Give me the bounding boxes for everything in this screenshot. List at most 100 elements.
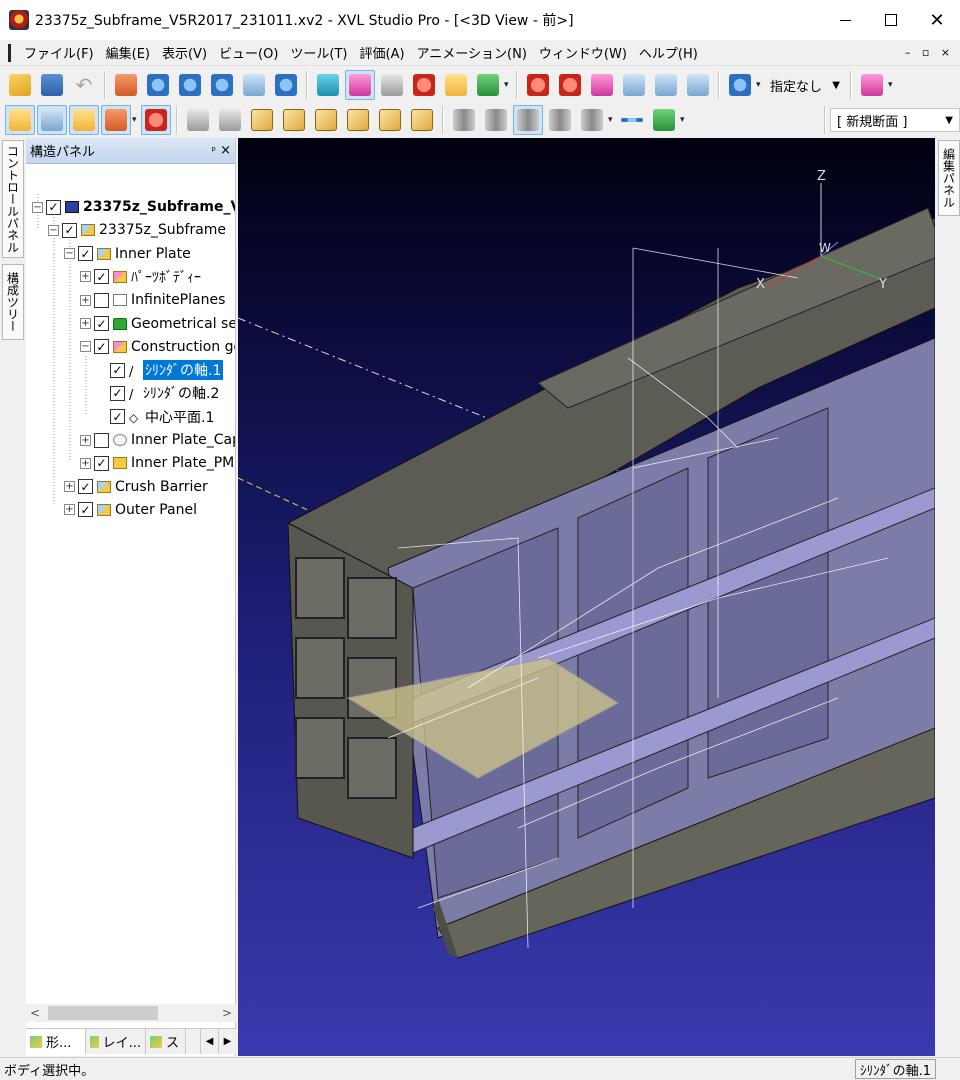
cube-hidden-button[interactable]: [343, 105, 373, 135]
section-combo[interactable]: [ 新規断面 ] ▼: [830, 108, 960, 132]
cylinder-shaded-button[interactable]: [481, 105, 511, 135]
red-sphere-button[interactable]: [555, 70, 585, 100]
tree-node[interactable]: + Inner Plate_Cap: [80, 429, 235, 451]
rotate-button[interactable]: [175, 70, 205, 100]
model-render[interactable]: Z W X Y: [238, 138, 935, 1056]
menu-grip[interactable]: [8, 43, 18, 62]
expand-icon[interactable]: +: [80, 294, 91, 306]
sphere-button[interactable]: [523, 70, 553, 100]
menu-file[interactable]: ファイル(F): [18, 43, 100, 62]
tab-shape[interactable]: 形...: [26, 1029, 86, 1054]
panel-close-icon[interactable]: ×: [220, 143, 231, 158]
pan-button[interactable]: [143, 70, 173, 100]
menu-view[interactable]: ビュー(O): [213, 43, 284, 62]
minimize-button[interactable]: [822, 0, 868, 40]
pick-button[interactable]: [345, 70, 375, 100]
collapse-icon[interactable]: −: [48, 224, 59, 236]
menu-tools[interactable]: ツール(T): [284, 43, 353, 62]
open-button[interactable]: [5, 70, 35, 100]
visibility-checkbox[interactable]: ✓: [94, 339, 109, 355]
cube-edge-button[interactable]: [279, 105, 309, 135]
annotate-button[interactable]: [441, 70, 471, 100]
pin-icon[interactable]: ᵖ: [211, 144, 216, 157]
cylinder-dropdown-icon[interactable]: ▾: [608, 115, 616, 125]
expand-icon[interactable]: +: [80, 457, 91, 469]
visibility-checkbox[interactable]: ✓: [46, 199, 61, 215]
visibility-checkbox[interactable]: ✓: [110, 385, 125, 401]
menu-help[interactable]: ヘルプ(H): [633, 43, 704, 62]
cube-shaded-button[interactable]: [247, 105, 277, 135]
expand-icon[interactable]: +: [80, 318, 91, 329]
expand-button[interactable]: [101, 105, 131, 135]
tree-node[interactable]: ✓ ◇ 中心平面.1: [96, 406, 214, 428]
paint-dropdown-icon[interactable]: ▾: [756, 80, 764, 90]
cube-wire-button[interactable]: [311, 105, 341, 135]
tree-node[interactable]: − ✓ Inner Plate: [64, 243, 191, 265]
section-button[interactable]: [857, 70, 887, 100]
ruler-button[interactable]: [683, 70, 713, 100]
cylinder-white-button[interactable]: [577, 105, 607, 135]
visibility-checkbox[interactable]: ✓: [62, 222, 77, 238]
undo-button[interactable]: ↶: [69, 70, 99, 100]
tree-node[interactable]: ✓ ｼﾘﾝﾀﾞの軸.2: [96, 382, 219, 404]
mdi-window-controls[interactable]: – ▫ ×: [905, 46, 954, 59]
tree-node[interactable]: ✓ ｼﾘﾝﾀﾞの軸.1: [96, 359, 224, 381]
tab-layer[interactable]: レイ...: [86, 1029, 146, 1054]
select-button[interactable]: [313, 70, 343, 100]
layer-button[interactable]: [69, 105, 99, 135]
tree-button[interactable]: [5, 105, 35, 135]
tree-node[interactable]: + ✓ ﾊﾟｰﾂﾎﾞﾃﾞｨｰ: [80, 266, 201, 288]
save-button[interactable]: [37, 70, 67, 100]
menu-animation[interactable]: アニメーション(N): [411, 43, 533, 62]
tree-node[interactable]: + InfinitePlanes: [80, 289, 225, 311]
tree-node[interactable]: − ✓ 23375z_Subframe: [48, 219, 226, 241]
visibility-checkbox[interactable]: ✓: [110, 409, 125, 425]
fit-button[interactable]: [271, 70, 301, 100]
tree-node[interactable]: + ✓ Geometrical set: [80, 313, 235, 335]
abc-text-button[interactable]: [619, 70, 649, 100]
visibility-checkbox[interactable]: ✓: [78, 246, 93, 262]
visibility-checkbox[interactable]: ✓: [94, 269, 109, 285]
visibility-checkbox[interactable]: [94, 432, 109, 448]
expand-dropdown-icon[interactable]: ▾: [132, 115, 140, 125]
eye-button[interactable]: [183, 105, 213, 135]
expand-icon[interactable]: +: [64, 481, 75, 493]
tab-next-icon[interactable]: ▶: [218, 1029, 236, 1054]
pencil-button[interactable]: [141, 105, 171, 135]
markup-dropdown-icon[interactable]: ▾: [504, 80, 512, 90]
cube-transparent-button[interactable]: [407, 105, 437, 135]
3d-viewport[interactable]: Z W X Y: [238, 138, 935, 1056]
tree-node[interactable]: + ✓ Outer Panel: [64, 499, 197, 521]
collapse-icon[interactable]: −: [80, 341, 91, 353]
scroll-left-icon[interactable]: <: [26, 1006, 44, 1020]
visibility-checkbox[interactable]: ✓: [78, 479, 93, 495]
tree-node[interactable]: + ✓ Crush Barrier: [64, 476, 208, 498]
measure-button[interactable]: [377, 70, 407, 100]
tab-edit-panel[interactable]: 編集パネル: [938, 140, 960, 216]
copy-button[interactable]: [587, 70, 617, 100]
menu-evaluate[interactable]: 評価(A): [354, 43, 411, 62]
visibility-checkbox[interactable]: ✓: [94, 455, 109, 471]
pmi-button[interactable]: [409, 70, 439, 100]
expand-icon[interactable]: +: [80, 434, 91, 446]
paint-button[interactable]: [725, 70, 755, 100]
menu-window[interactable]: ウィンドウ(W): [533, 43, 633, 62]
tab-prev-icon[interactable]: ◀: [200, 1029, 218, 1054]
collapse-icon[interactable]: −: [64, 248, 75, 260]
tree-node[interactable]: + ✓ Inner Plate_PMI: [80, 452, 235, 474]
tab-control-panel[interactable]: コントロールパネル: [2, 140, 24, 258]
diamond-button[interactable]: [649, 105, 679, 135]
tab-s[interactable]: ス: [146, 1029, 186, 1054]
visibility-checkbox[interactable]: ✓: [110, 362, 125, 378]
zoom-window-button[interactable]: [239, 70, 269, 100]
cube-outline-button[interactable]: [375, 105, 405, 135]
fit-all-button[interactable]: [215, 105, 245, 135]
maximize-button[interactable]: [868, 0, 914, 40]
section-dropdown-icon[interactable]: ▾: [888, 80, 896, 90]
cylinder-gray-button[interactable]: [545, 105, 575, 135]
image-button[interactable]: [37, 105, 67, 135]
visibility-checkbox[interactable]: ✓: [78, 502, 93, 518]
cylinder-wire-button[interactable]: [449, 105, 479, 135]
tab-structure-tree[interactable]: 構成ツリー: [2, 264, 24, 340]
scroll-right-icon[interactable]: >: [218, 1006, 236, 1020]
